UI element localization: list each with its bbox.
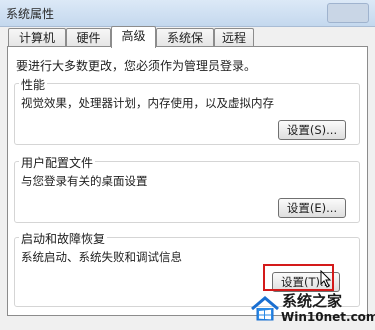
mouse-cursor-icon: [320, 270, 332, 288]
user-profiles-title: 用户配置文件: [19, 154, 96, 171]
tab-hardware[interactable]: 硬件: [66, 28, 111, 46]
house-logo-icon: [251, 296, 279, 321]
admin-note: 要进行大多数更改，您必须作为管理员登录。: [16, 59, 257, 73]
tab-advanced[interactable]: 高级: [111, 26, 156, 48]
window-title: 系统属性: [6, 7, 55, 21]
startup-recovery-description: 系统启动、系统失败和调试信息: [21, 250, 182, 264]
title-bar: 系统属性: [0, 0, 375, 27]
watermark-domain: Win10net.com: [281, 310, 375, 324]
user-profiles-settings-button[interactable]: 设置(E)...: [278, 198, 346, 218]
performance-description: 视觉效果，处理器计划，内存使用，以及虚拟内存: [21, 96, 274, 110]
watermark: 系统之家 Win10net.com: [250, 290, 375, 330]
performance-group: 性能 视觉效果，处理器计划，内存使用，以及虚拟内存 设置(S)...: [14, 76, 360, 145]
tab-strip: 计算机名 硬件 高级 系统保护 远程: [8, 26, 368, 63]
performance-settings-button[interactable]: 设置(S)...: [278, 120, 346, 140]
window-controls[interactable]: [327, 3, 369, 23]
performance-title: 性能: [19, 76, 48, 93]
user-profiles-description: 与您登录有关的桌面设置: [21, 174, 148, 188]
tab-remote[interactable]: 远程: [214, 28, 254, 46]
tab-system-protection[interactable]: 系统保护: [156, 28, 214, 63]
startup-recovery-title: 启动和故障恢复: [19, 230, 108, 247]
user-profiles-group: 用户配置文件 与您登录有关的桌面设置 设置(E)...: [14, 154, 360, 223]
watermark-text: 系统之家: [282, 292, 343, 310]
tab-computer-name[interactable]: 计算机名: [8, 28, 66, 63]
